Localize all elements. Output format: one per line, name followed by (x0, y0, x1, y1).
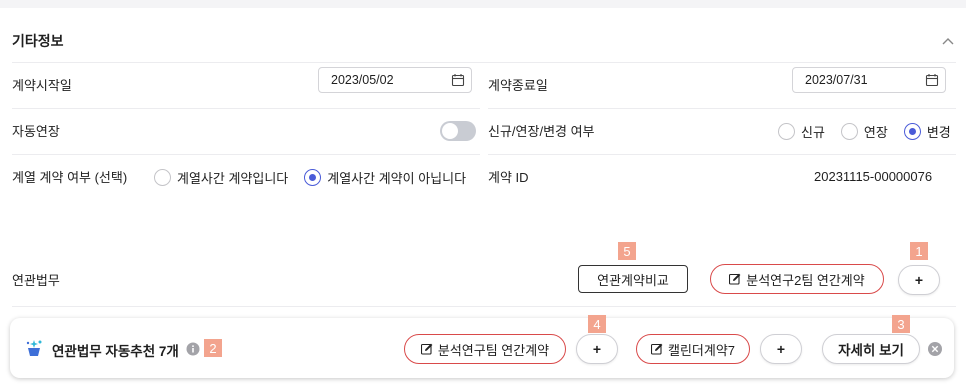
contract-start-value: 2023/05/02 (331, 73, 394, 87)
affiliate-label: 계열 계약 여부 (선택) (12, 169, 128, 185)
radio-affiliate-yes[interactable] (154, 169, 171, 186)
contract-id-value: 20231115-00000076 (814, 169, 933, 184)
add-recommend-item-1-button[interactable]: + (576, 334, 618, 364)
radio-change-label: 변경 (926, 125, 951, 140)
related-contract-label: 분석연구2팀 연간계약 (746, 272, 865, 288)
radio-new[interactable] (778, 123, 795, 140)
recommend-item-label-2: 캘린더계약7 (667, 342, 736, 358)
auto-renew-row: 자동연장 (12, 109, 60, 151)
divider (488, 154, 956, 155)
sparkle-icon (26, 340, 42, 356)
contract-start-label: 계약시작일 (12, 77, 72, 93)
recommend-title: 연관법무 자동추천 7개 (52, 344, 179, 359)
related-contract-pill[interactable]: 분석연구2팀 연간계약 (710, 264, 884, 294)
radio-extend[interactable] (840, 123, 858, 140)
radio-new-label: 신규 (801, 125, 825, 140)
affiliate-radio-group: 계열사간 계약입니다 계열사간 계약이 아닙니다 (154, 168, 466, 187)
close-icon[interactable] (928, 342, 942, 356)
annotation-badge-3: 3 (892, 315, 910, 333)
recommend-item-pill-2[interactable]: 캘린더계약7 (636, 334, 750, 364)
recommend-item-label-1: 분석연구팀 연간계약 (437, 342, 550, 358)
divider (12, 306, 956, 307)
radio-extend-label: 연장 (863, 125, 888, 140)
contract-id-row: 계약 ID (488, 155, 529, 197)
annotation-badge-5: 5 (618, 242, 636, 260)
calendar-icon[interactable] (451, 73, 465, 87)
change-type-row: 신규/연장/변경 여부 (488, 109, 595, 151)
related-legal-label: 연관법무 (12, 272, 60, 288)
info-icon[interactable] (186, 342, 200, 356)
edit-icon (729, 273, 741, 285)
change-type-radio-group: 신규 연장 변경 (778, 122, 951, 141)
add-recommend-item-2-button[interactable]: + (760, 334, 802, 364)
radio-affiliate-yes-label: 계열사간 계약입니다 (177, 171, 289, 186)
auto-renew-toggle[interactable] (440, 121, 476, 141)
change-type-label: 신규/연장/변경 여부 (488, 123, 595, 139)
edit-icon (420, 343, 433, 355)
auto-renew-label: 자동연장 (12, 123, 60, 139)
annotation-badge-2: 2 (204, 339, 222, 357)
divider (12, 108, 480, 109)
chevron-up-icon[interactable] (940, 33, 956, 49)
section-title: 기타정보 (12, 33, 64, 49)
contract-id-label: 계약 ID (488, 169, 529, 185)
radio-affiliate-no-label: 계열사간 계약이 아닙니다 (327, 171, 467, 186)
view-details-button[interactable]: 자세히 보기 (822, 334, 920, 364)
add-related-button[interactable]: + (898, 265, 940, 295)
section-header[interactable]: 기타정보 (12, 26, 956, 56)
contract-end-date-input[interactable]: 2023/07/31 (792, 67, 946, 93)
edit-icon (650, 343, 663, 355)
annotation-badge-4: 4 (588, 315, 606, 333)
auto-recommend-panel: 연관법무 자동추천 7개 2 분석연구팀 연간계약 4 + 캘린더계약7 + 3… (10, 315, 954, 378)
compare-related-button[interactable]: 연관계약비교 (578, 265, 688, 293)
contract-end-label: 계약종료일 (488, 77, 548, 93)
calendar-icon[interactable] (925, 73, 939, 87)
recommend-item-pill-1[interactable]: 분석연구팀 연간계약 (404, 334, 566, 364)
annotation-badge-1: 1 (910, 242, 928, 260)
related-legal-row: 연관법무 (12, 258, 60, 300)
affiliate-row: 계열 계약 여부 (선택) (12, 155, 127, 197)
radio-affiliate-no[interactable] (304, 169, 322, 186)
contract-start-date-input[interactable]: 2023/05/02 (318, 67, 472, 93)
radio-change[interactable] (903, 123, 921, 140)
toggle-knob (442, 123, 458, 139)
contract-end-value: 2023/07/31 (805, 73, 868, 87)
